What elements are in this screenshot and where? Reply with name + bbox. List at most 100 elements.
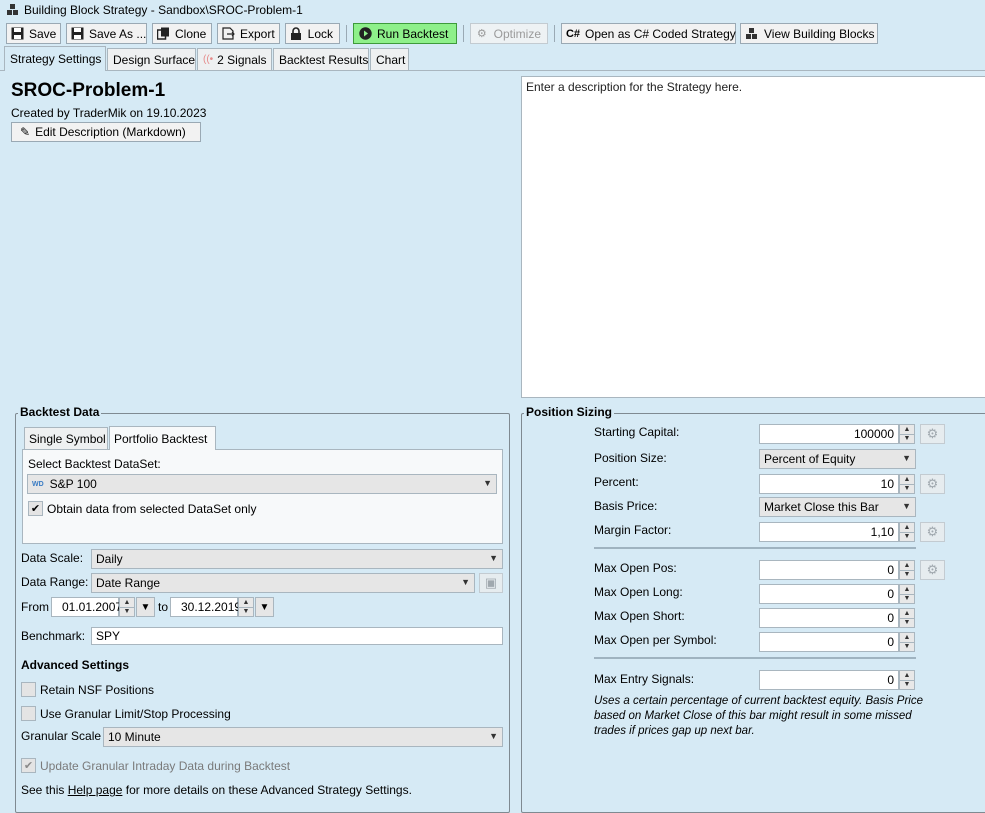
position-size-value: Percent of Equity <box>764 452 856 466</box>
granular-processing-label: Use Granular Limit/Stop Processing <box>40 707 231 721</box>
retain-nsf-checkbox[interactable] <box>21 682 36 697</box>
tab-strategy-settings[interactable]: Strategy Settings <box>4 46 106 71</box>
spin-up-icon: ▲ <box>900 523 914 533</box>
run-backtest-button[interactable]: Run Backtest <box>353 23 457 44</box>
granular-processing-checkbox[interactable] <box>21 706 36 721</box>
data-scale-select[interactable]: Daily ▼ <box>91 549 503 569</box>
to-date-spinner[interactable]: ▲ ▼ <box>238 597 254 617</box>
open-coded-label: Open as C# Coded Strategy <box>585 26 736 41</box>
help-suffix: for more details on these Advanced Strat… <box>122 783 412 797</box>
tab-label: Design Surface <box>113 52 196 67</box>
max-open-pos-input[interactable]: 0 <box>759 560 899 580</box>
max-open-pos-optimize-button[interactable]: ⚙ <box>920 560 945 580</box>
clone-button[interactable]: Clone <box>152 23 212 44</box>
tab-chart[interactable]: Chart <box>370 48 409 70</box>
obtain-data-label: Obtain data from selected DataSet only <box>47 502 257 516</box>
tab-design-surface[interactable]: Design Surface <box>107 48 196 70</box>
max-open-long-input[interactable]: 0 <box>759 584 899 604</box>
margin-factor-spinner[interactable]: ▲ ▼ <box>899 522 915 542</box>
max-entry-signals-input[interactable]: 0 <box>759 670 899 690</box>
tab-label: Strategy Settings <box>10 52 102 66</box>
percent-value: 10 <box>880 477 894 491</box>
export-button[interactable]: Export <box>217 23 280 44</box>
percent-optimize-button[interactable]: ⚙ <box>920 474 945 494</box>
window-title: Building Block Strategy - Sandbox\SROC-P… <box>24 3 303 17</box>
granular-scale-select[interactable]: 10 Minute ▼ <box>103 727 503 747</box>
max-open-short-spinner[interactable]: ▲ ▼ <box>899 608 915 628</box>
benchmark-input[interactable]: SPY <box>91 627 503 645</box>
toolbar: Save Save As ... Clone Export Lock Run B… <box>0 20 985 46</box>
dataset-icon: WD <box>32 480 44 488</box>
margin-factor-optimize-button[interactable]: ⚙ <box>920 522 945 542</box>
from-date-spinner[interactable]: ▲ ▼ <box>119 597 135 617</box>
update-granular-checkbox[interactable]: ✔ <box>21 758 36 773</box>
save-button[interactable]: Save <box>6 23 61 44</box>
max-open-symbol-spinner[interactable]: ▲ ▼ <box>899 632 915 652</box>
spin-down-icon: ▼ <box>123 608 131 616</box>
max-open-long-label: Max Open Long: <box>594 585 683 599</box>
from-date-picker[interactable]: ▼ <box>136 597 155 617</box>
max-open-long-spinner[interactable]: ▲ ▼ <box>899 584 915 604</box>
chevron-down-icon: ▼ <box>902 501 911 511</box>
edit-icon: ✎ <box>20 125 31 139</box>
tab-single-symbol[interactable]: Single Symbol <box>24 427 108 449</box>
position-size-select[interactable]: Percent of Equity ▼ <box>759 449 916 469</box>
lock-button[interactable]: Lock <box>285 23 340 44</box>
spin-down-icon: ▼ <box>903 533 911 541</box>
export-label: Export <box>240 26 275 41</box>
description-textarea[interactable]: Enter a description for the Strategy her… <box>521 76 985 398</box>
tab-label: Backtest Results <box>279 52 369 67</box>
max-entry-signals-spinner[interactable]: ▲ ▼ <box>899 670 915 690</box>
subtab-label: Single Symbol <box>29 431 106 446</box>
percent-input[interactable]: 10 <box>759 474 899 494</box>
tab-signals[interactable]: ((• 2 Signals <box>197 48 272 70</box>
starting-capital-optimize-button[interactable]: ⚙ <box>920 424 945 444</box>
margin-factor-value: 1,10 <box>870 525 894 539</box>
max-open-symbol-input[interactable]: 0 <box>759 632 899 652</box>
optimize-label: Optimize <box>493 26 541 41</box>
gear-icon: ⚙ <box>926 524 939 539</box>
tab-backtest-results[interactable]: Backtest Results <box>273 48 369 70</box>
save-icon <box>11 27 24 41</box>
data-range-select[interactable]: Date Range ▼ <box>91 573 475 593</box>
check-icon: ✔ <box>23 760 34 772</box>
save-range-button[interactable]: ▣ <box>479 573 503 593</box>
spin-up-icon: ▲ <box>900 475 914 485</box>
spin-up-icon: ▲ <box>900 425 914 435</box>
open-coded-strategy-button[interactable]: C# Open as C# Coded Strategy <box>561 23 736 44</box>
benchmark-value: SPY <box>96 629 121 643</box>
save-as-button[interactable]: Save As ... <box>66 23 147 44</box>
max-open-symbol-value: 0 <box>887 635 894 649</box>
edit-description-button[interactable]: ✎ Edit Description (Markdown) <box>11 122 201 142</box>
lock-icon <box>290 27 303 41</box>
chevron-down-icon: ▼ <box>489 731 498 741</box>
help-link[interactable]: Help page <box>68 783 123 797</box>
max-open-pos-spinner[interactable]: ▲ ▼ <box>899 560 915 580</box>
percent-spinner[interactable]: ▲ ▼ <box>899 474 915 494</box>
view-building-blocks-button[interactable]: View Building Blocks <box>740 23 878 44</box>
tab-portfolio-backtest[interactable]: Portfolio Backtest <box>109 426 216 450</box>
starting-capital-input[interactable]: 100000 <box>759 424 899 444</box>
chevron-down-icon: ▼ <box>902 453 911 463</box>
obtain-data-checkbox[interactable]: ✔ <box>28 501 43 516</box>
to-date-input[interactable]: 30.12.2019 <box>170 597 241 617</box>
dataset-select[interactable]: WD S&P 100 ▼ <box>27 474 497 494</box>
save-as-icon <box>71 27 84 41</box>
select-dataset-label: Select Backtest DataSet: <box>28 457 161 471</box>
position-size-label: Position Size: <box>594 451 667 465</box>
max-open-short-input[interactable]: 0 <box>759 608 899 628</box>
spin-down-icon: ▼ <box>903 571 911 579</box>
max-open-pos-value: 0 <box>887 563 894 577</box>
margin-factor-input[interactable]: 1,10 <box>759 522 899 542</box>
data-range-value: Date Range <box>96 576 161 590</box>
max-entry-signals-value: 0 <box>887 673 894 687</box>
basis-price-select[interactable]: Market Close this Bar ▼ <box>759 497 916 517</box>
export-icon <box>222 27 235 41</box>
to-date-picker[interactable]: ▼ <box>255 597 274 617</box>
starting-capital-spinner[interactable]: ▲ ▼ <box>899 424 915 444</box>
from-date-input[interactable]: 01.01.2007 <box>51 597 122 617</box>
optimize-button[interactable]: ⚙ Optimize <box>470 23 548 44</box>
signal-icon: ((• <box>203 54 214 65</box>
max-open-short-label: Max Open Short: <box>594 609 685 623</box>
clone-label: Clone <box>175 26 207 41</box>
